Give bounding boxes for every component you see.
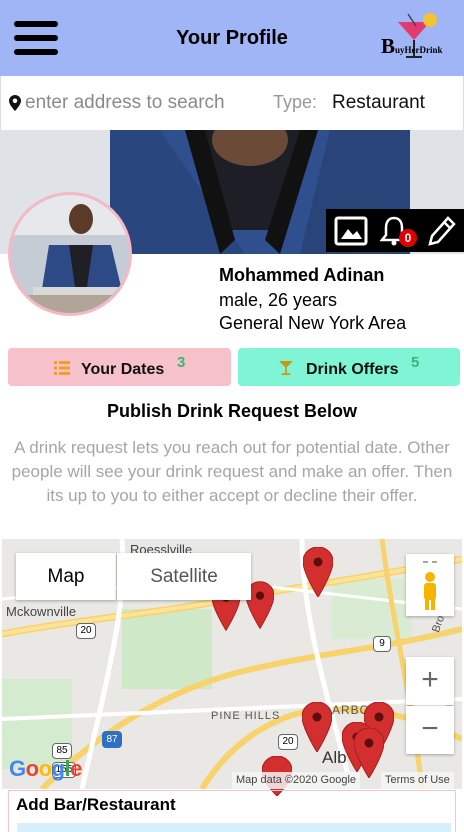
- location-pin-icon: [9, 95, 21, 111]
- publish-description: A drink request lets you reach out for p…: [11, 438, 453, 505]
- map-marker-icon[interactable]: [354, 728, 384, 778]
- add-bar-input[interactable]: [17, 823, 451, 832]
- address-search-input[interactable]: [25, 90, 245, 116]
- offers-count: 5: [411, 354, 420, 371]
- zoom-out-button[interactable]: −: [406, 706, 454, 754]
- add-bar-title: Add Bar/Restaurant: [16, 795, 176, 814]
- your-dates-button[interactable]: Your Dates 3: [8, 348, 231, 386]
- type-label: Type:: [273, 92, 318, 112]
- user-gender-age: male, 26 years: [219, 290, 338, 310]
- list-icon: [54, 361, 70, 375]
- cocktail-icon: [279, 361, 293, 375]
- route-shield: 20: [76, 623, 96, 639]
- avatar[interactable]: [8, 192, 132, 316]
- map-marker-icon[interactable]: [302, 702, 332, 752]
- drink-offers-button[interactable]: Drink Offers 5: [238, 348, 460, 386]
- image-icon[interactable]: [334, 214, 368, 248]
- map-attribution: Map data ©2020 Google: [232, 772, 361, 789]
- map-type-satellite-button[interactable]: Satellite: [117, 553, 251, 600]
- type-select[interactable]: Restaurant: [332, 92, 425, 114]
- pegman-icon: [423, 561, 437, 610]
- tab-label: Drink Offers: [306, 361, 399, 378]
- pencil-icon[interactable]: [424, 214, 458, 248]
- zoom-in-button[interactable]: +: [406, 657, 454, 705]
- map-marker-icon[interactable]: [303, 547, 333, 597]
- route-shield: 9: [373, 636, 391, 652]
- notification-count-badge: 0: [399, 229, 417, 247]
- logo-text: BuyHerDrink: [381, 34, 443, 58]
- dates-count: 3: [177, 354, 186, 371]
- google-logo[interactable]: Google: [9, 756, 82, 782]
- map-label-pine-hills: PINE HILLS: [211, 710, 281, 722]
- route-shield: 87: [102, 731, 122, 748]
- user-name: Mohammed Adinan: [219, 265, 385, 285]
- map-type-map-button[interactable]: Map: [16, 553, 116, 600]
- tab-label: Your Dates: [81, 361, 165, 378]
- publish-title: Publish Drink Request Below: [106, 401, 358, 421]
- user-area: General New York Area: [219, 313, 407, 333]
- street-view-pegman[interactable]: [406, 554, 454, 616]
- terms-of-use-link[interactable]: Terms of Use: [381, 772, 454, 789]
- route-shield: 20: [278, 734, 298, 750]
- map-label-mckownville: Mckownville: [6, 604, 77, 619]
